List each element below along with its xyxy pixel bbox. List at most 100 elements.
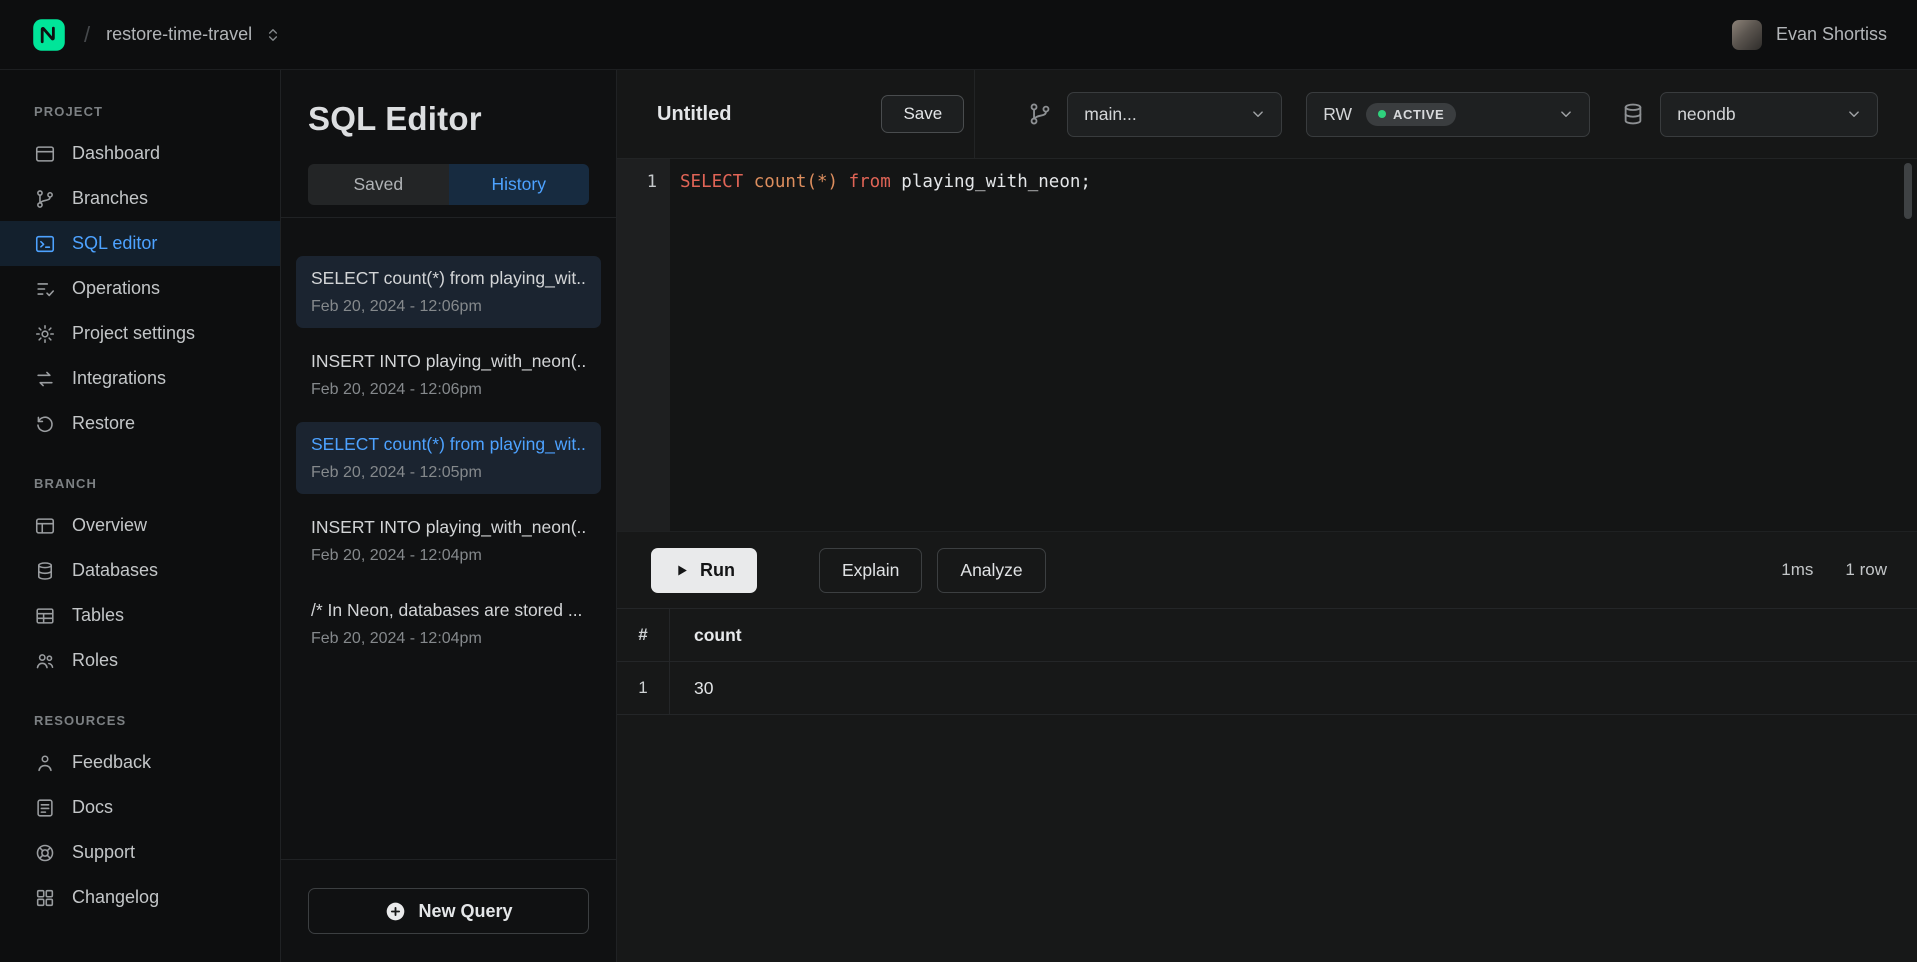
query-title: Untitled bbox=[657, 103, 731, 126]
play-icon bbox=[673, 562, 690, 579]
sidebar-item-dashboard[interactable]: Dashboard bbox=[0, 131, 280, 176]
sidebar-item-support[interactable]: Support bbox=[0, 830, 280, 875]
history-item[interactable]: /* In Neon, databases are stored ... Feb… bbox=[296, 588, 601, 660]
sidebar: PROJECT Dashboard Branches SQL editor Op… bbox=[0, 70, 281, 962]
column-header-count: count bbox=[670, 609, 742, 661]
sidebar-item-label: Changelog bbox=[72, 887, 159, 908]
project-selector[interactable]: restore-time-travel bbox=[106, 24, 282, 45]
sql-code-input[interactable]: SELECT count(*) from playing_with_neon; bbox=[670, 159, 1917, 531]
history-list: SELECT count(*) from playing_wit... Feb … bbox=[281, 218, 616, 859]
sql-token: from bbox=[849, 172, 891, 192]
sidebar-item-docs[interactable]: Docs bbox=[0, 785, 280, 830]
topbar-user-area: Evan Shortiss bbox=[1732, 20, 1887, 50]
history-timestamp: Feb 20, 2024 - 12:05pm bbox=[311, 464, 586, 482]
sidebar-item-label: Tables bbox=[72, 605, 124, 626]
saved-history-tabs: Saved History bbox=[308, 164, 589, 205]
results-header-row: # count bbox=[617, 609, 1917, 662]
new-query-button[interactable]: New Query bbox=[308, 888, 589, 934]
sidebar-item-feedback[interactable]: Feedback bbox=[0, 740, 280, 785]
sidebar-item-label: SQL editor bbox=[72, 233, 157, 254]
chevron-down-icon bbox=[1249, 105, 1267, 123]
database-icon bbox=[1620, 101, 1646, 127]
topbar: / restore-time-travel Evan Shortiss bbox=[0, 0, 1917, 70]
sidebar-item-roles[interactable]: Roles bbox=[0, 638, 280, 683]
sidebar-item-project-settings[interactable]: Project settings bbox=[0, 311, 280, 356]
section-label: BRANCH bbox=[0, 476, 280, 491]
docs-icon bbox=[34, 797, 56, 819]
sidebar-item-tables[interactable]: Tables bbox=[0, 593, 280, 638]
section-label: RESOURCES bbox=[0, 713, 280, 728]
query-duration: 1ms bbox=[1781, 560, 1813, 580]
overview-icon bbox=[34, 515, 56, 537]
status-badge-label: ACTIVE bbox=[1393, 107, 1444, 122]
sql-token: (*) bbox=[806, 172, 838, 192]
sidebar-item-databases[interactable]: Databases bbox=[0, 548, 280, 593]
sidebar-item-label: Project settings bbox=[72, 323, 195, 344]
history-item[interactable]: INSERT INTO playing_with_neon(... Feb 20… bbox=[296, 505, 601, 577]
user-avatar[interactable] bbox=[1732, 20, 1762, 50]
user-name: Evan Shortiss bbox=[1776, 24, 1887, 45]
panel-header: SQL Editor Saved History bbox=[281, 70, 616, 218]
tab-saved[interactable]: Saved bbox=[308, 164, 449, 205]
run-label: Run bbox=[700, 560, 735, 581]
history-query: /* In Neon, databases are stored ... bbox=[311, 600, 586, 621]
history-item[interactable]: INSERT INTO playing_with_neon(... Feb 20… bbox=[296, 339, 601, 411]
history-item[interactable]: SELECT count(*) from playing_wit... Feb … bbox=[296, 256, 601, 328]
support-icon bbox=[34, 842, 56, 864]
branches-icon bbox=[34, 188, 56, 210]
sidebar-item-label: Operations bbox=[72, 278, 160, 299]
sidebar-item-branches[interactable]: Branches bbox=[0, 176, 280, 221]
project-name: restore-time-travel bbox=[106, 24, 252, 45]
section-label: PROJECT bbox=[0, 104, 280, 119]
neon-logo-icon[interactable] bbox=[32, 18, 66, 52]
database-select[interactable]: neondb bbox=[1660, 92, 1878, 137]
tab-history[interactable]: History bbox=[449, 164, 590, 205]
row-index-cell: 1 bbox=[617, 662, 670, 714]
restore-icon bbox=[34, 413, 56, 435]
neon-console: / restore-time-travel Evan Shortiss PROJ… bbox=[0, 0, 1917, 962]
sidebar-item-label: Roles bbox=[72, 650, 118, 671]
sql-editor-panel: SQL Editor Saved History SELECT count(*)… bbox=[281, 70, 617, 962]
databases-icon bbox=[34, 560, 56, 582]
table-row[interactable]: 1 30 bbox=[617, 662, 1917, 715]
compute-select[interactable]: RW ACTIVE bbox=[1306, 92, 1590, 137]
branch-select[interactable]: main... bbox=[1067, 92, 1282, 137]
settings-icon bbox=[34, 323, 56, 345]
status-badge: ACTIVE bbox=[1366, 103, 1456, 126]
body-row: PROJECT Dashboard Branches SQL editor Op… bbox=[0, 70, 1917, 962]
query-rowcount: 1 row bbox=[1845, 560, 1887, 580]
query-header: Untitled Save main... RW ACTIVE bbox=[617, 70, 1917, 159]
chevron-updown-icon bbox=[264, 26, 282, 44]
sidebar-item-overview[interactable]: Overview bbox=[0, 503, 280, 548]
branch-select-value: main... bbox=[1084, 104, 1137, 125]
operations-icon bbox=[34, 278, 56, 300]
history-timestamp: Feb 20, 2024 - 12:06pm bbox=[311, 298, 586, 316]
sidebar-item-operations[interactable]: Operations bbox=[0, 266, 280, 311]
dashboard-icon bbox=[34, 143, 56, 165]
sidebar-item-sql-editor[interactable]: SQL editor bbox=[0, 221, 280, 266]
save-button[interactable]: Save bbox=[881, 95, 964, 133]
sidebar-item-integrations[interactable]: Integrations bbox=[0, 356, 280, 401]
chevron-down-icon bbox=[1845, 105, 1863, 123]
sql-token: SELECT bbox=[680, 172, 743, 192]
sql-token bbox=[838, 172, 849, 192]
sidebar-item-changelog[interactable]: Changelog bbox=[0, 875, 280, 920]
count-value-cell: 30 bbox=[670, 662, 713, 714]
editor-scrollbar[interactable] bbox=[1904, 163, 1912, 219]
line-number: 1 bbox=[617, 169, 670, 195]
new-query-label: New Query bbox=[418, 901, 512, 922]
main-content: Untitled Save main... RW ACTIVE bbox=[617, 70, 1917, 962]
history-query: SELECT count(*) from playing_wit... bbox=[311, 434, 586, 455]
run-button[interactable]: Run bbox=[651, 548, 757, 593]
active-dot-icon bbox=[1378, 110, 1386, 118]
panel-footer: New Query bbox=[281, 859, 616, 962]
history-item-selected[interactable]: SELECT count(*) from playing_wit... Feb … bbox=[296, 422, 601, 494]
sidebar-item-label: Docs bbox=[72, 797, 113, 818]
sidebar-item-label: Dashboard bbox=[72, 143, 160, 164]
analyze-button[interactable]: Analyze bbox=[937, 548, 1045, 593]
explain-button[interactable]: Explain bbox=[819, 548, 922, 593]
sidebar-item-label: Databases bbox=[72, 560, 158, 581]
feedback-icon bbox=[34, 752, 56, 774]
sidebar-item-restore[interactable]: Restore bbox=[0, 401, 280, 446]
branch-icon bbox=[1027, 101, 1053, 127]
